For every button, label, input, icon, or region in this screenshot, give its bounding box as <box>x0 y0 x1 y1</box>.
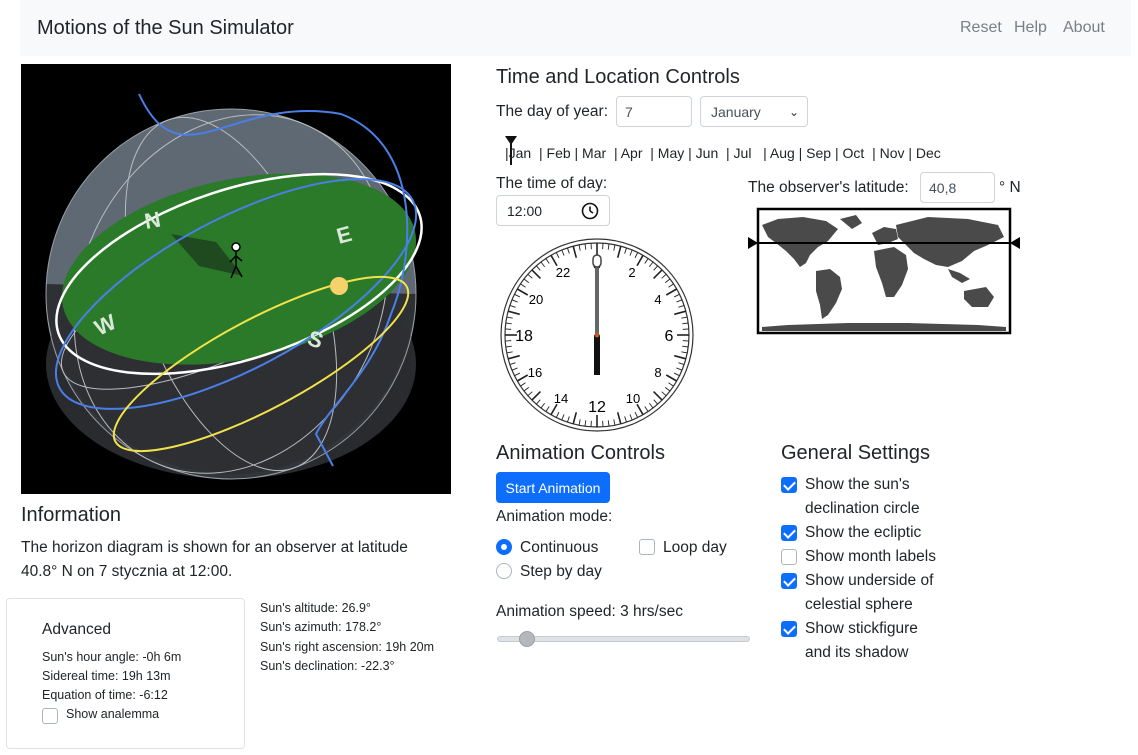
clock-number-20: 20 <box>529 292 543 307</box>
month-select-value: January <box>711 104 761 120</box>
show-declination-circle-label: Show the sun's <box>805 476 910 493</box>
show-stickfigure-label-line2: and its shadow <box>805 644 909 661</box>
information-title: Information <box>21 504 122 526</box>
time-location-title: Time and Location Controls <box>496 66 740 88</box>
clock-number-6: 6 <box>665 328 674 345</box>
show-stickfigure-checkbox[interactable] <box>781 621 797 637</box>
general-settings-title: General Settings <box>781 442 930 464</box>
sun[interactable] <box>330 277 348 295</box>
sun-declination-text: Sun's declination: -22.3° <box>260 659 395 673</box>
show-declination-circle-checkbox[interactable] <box>781 477 797 493</box>
show-analemma-checkbox[interactable] <box>42 708 58 724</box>
show-underside-label: Show underside of <box>805 572 934 589</box>
advanced-title: Advanced <box>42 621 111 638</box>
celestial-sphere-view[interactable]: N E S W <box>21 64 451 494</box>
clock-number-12: 12 <box>588 399 606 416</box>
time-of-day-input[interactable]: 12:00 <box>496 195 610 226</box>
loop-day-checkbox[interactable] <box>639 539 655 555</box>
step-by-day-label: Step by day <box>520 563 602 580</box>
minute-hand-tip <box>592 254 602 268</box>
sun-right-ascension-text: Sun's right ascension: 19h 20m <box>260 640 435 654</box>
month-scale[interactable]: |Jan | Feb | Mar | Apr | May | Jun | Jul… <box>505 145 941 161</box>
animation-controls-title: Animation Controls <box>496 442 665 464</box>
animation-mode-label: Animation mode: <box>496 508 613 525</box>
show-stickfigure-label: Show stickfigure <box>805 620 918 637</box>
chevron-down-icon: ⌄ <box>788 105 799 119</box>
show-declination-circle-label-line2: declination circle <box>805 500 920 517</box>
show-month-labels-checkbox[interactable] <box>781 549 797 565</box>
help-link[interactable]: Help <box>1014 19 1047 37</box>
continuous-label: Continuous <box>520 539 599 556</box>
animation-speed-label: Animation speed: 3 hrs/sec <box>496 603 683 620</box>
advanced-card: Advanced Sun's hour angle: -0h 6m Sidere… <box>6 598 245 749</box>
day-of-year-input[interactable] <box>616 96 692 127</box>
app-title: Motions of the Sun Simulator <box>37 17 294 39</box>
show-ecliptic-checkbox[interactable] <box>781 525 797 541</box>
clock-number-8: 8 <box>654 365 661 380</box>
clock-icon[interactable] <box>581 202 599 220</box>
clock-dial[interactable]: 22 0 2 20 4 18 6 16 8 14 12 10 <box>499 237 695 433</box>
latitude-right-handle[interactable] <box>1010 237 1020 249</box>
clock-center <box>594 332 600 338</box>
clock-number-14: 14 <box>554 391 568 406</box>
clock-number-10: 10 <box>626 391 640 406</box>
world-map[interactable] <box>748 207 1023 337</box>
animation-speed-thumb[interactable] <box>519 631 535 647</box>
clock-number-4: 4 <box>654 292 661 307</box>
latitude-unit: ° N <box>999 179 1021 196</box>
continuous-radio[interactable] <box>496 539 512 555</box>
sun-azimuth-text: Sun's azimuth: 178.2° <box>260 620 382 634</box>
clock-number-16: 16 <box>528 365 542 380</box>
equation-of-time-text: Equation of time: -6:12 <box>42 688 168 702</box>
latitude-label: The observer's latitude: <box>748 179 909 196</box>
clock-number-2: 2 <box>628 265 635 280</box>
step-by-day-radio[interactable] <box>496 563 512 579</box>
day-of-year-label: The day of year: <box>496 103 609 120</box>
show-ecliptic-label: Show the ecliptic <box>805 524 922 541</box>
sun-altitude-text: Sun's altitude: 26.9° <box>260 601 371 615</box>
latitude-input[interactable] <box>920 172 995 203</box>
show-month-labels-label: Show month labels <box>805 548 936 565</box>
show-underside-label-line2: celestial sphere <box>805 596 913 613</box>
time-value: 12:00 <box>507 203 543 219</box>
navbar: Motions of the Sun Simulator Reset Help … <box>20 0 1131 56</box>
clock-number-18: 18 <box>515 328 533 345</box>
about-link[interactable]: About <box>1063 19 1105 37</box>
show-underside-checkbox[interactable] <box>781 573 797 589</box>
information-text: The horizon diagram is shown for an obse… <box>21 539 408 580</box>
loop-day-label: Loop day <box>663 539 727 556</box>
sidereal-time-text: Sidereal time: 19h 13m <box>42 669 171 683</box>
month-select[interactable]: January ⌄ <box>700 96 808 127</box>
latitude-left-handle[interactable] <box>748 237 758 249</box>
show-analemma-label: Show analemma <box>66 707 160 721</box>
time-of-day-label: The time of day: <box>496 175 608 192</box>
hour-angle-text: Sun's hour angle: -0h 6m <box>42 650 182 664</box>
clock-number-22: 22 <box>556 265 570 280</box>
reset-link[interactable]: Reset <box>960 19 1002 37</box>
start-animation-button[interactable]: Start Animation <box>496 472 610 503</box>
